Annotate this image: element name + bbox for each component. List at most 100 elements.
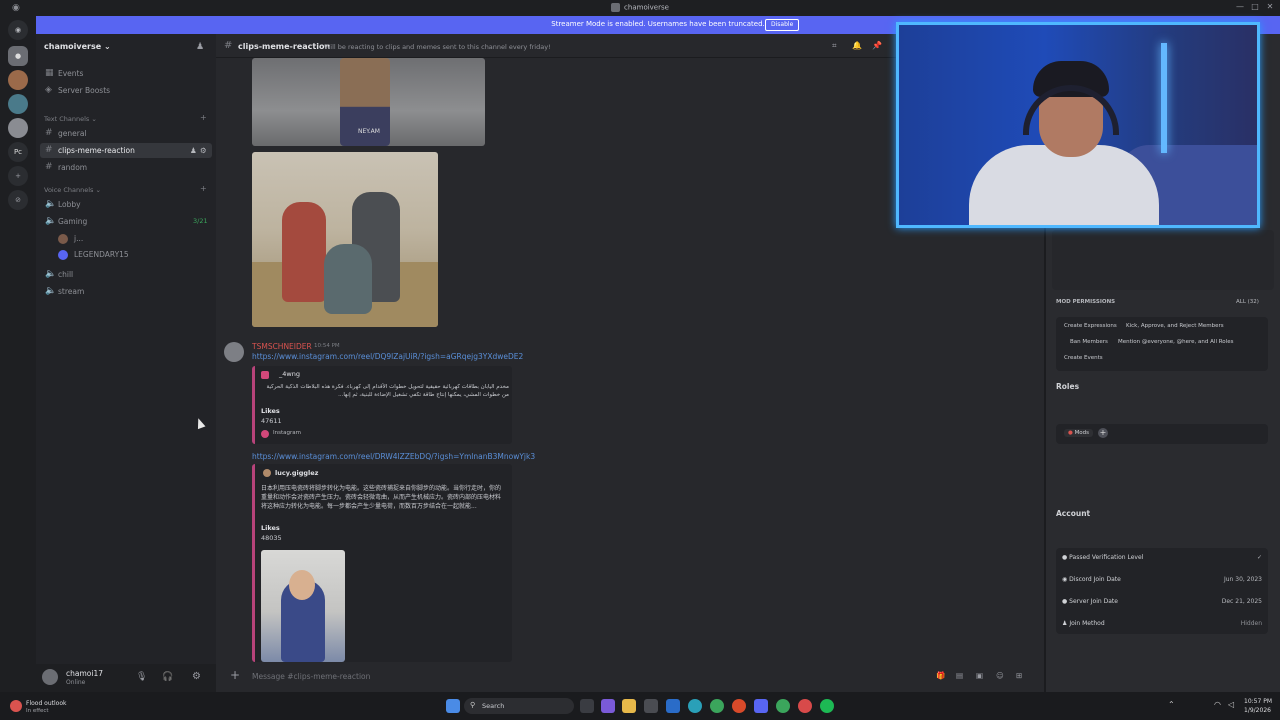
clock-time[interactable]: 10:57 PM [1244, 698, 1272, 705]
home-button[interactable]: ◉ [8, 20, 28, 40]
embed-text: 日本利用压电瓷砖将脚步转化为电能。这些瓷砖捕捉来自你脚步的动能。当你行走时，你的… [261, 485, 502, 510]
embed-thumbnail[interactable] [261, 550, 345, 662]
server-name[interactable]: chamoiverse ⌄ [44, 42, 111, 51]
channel-clips-meme-reaction[interactable]: # clips-meme-reaction ♟ ⚙ [40, 143, 212, 158]
message-author[interactable]: TSMSCHNEIDER [252, 342, 312, 351]
bell-icon[interactable]: 🔔 [852, 41, 862, 50]
roles-card: ● Mods + [1056, 424, 1268, 444]
invite-icon[interactable]: ♟ [190, 143, 197, 158]
sidebar-item-label: Server Boosts [58, 86, 111, 95]
role-label: Mods [1074, 430, 1090, 436]
gear-icon[interactable]: ⚙ [200, 143, 207, 158]
avatar[interactable] [224, 342, 244, 362]
gear-icon[interactable]: ⚙ [192, 671, 201, 682]
discord-app-icon[interactable] [754, 699, 768, 713]
voice-user[interactable]: LEGENDARY15 [56, 247, 212, 262]
permission-chip: Kick, Approve, and Reject Members [1126, 323, 1224, 329]
copilot-icon[interactable] [601, 699, 615, 713]
likes-value: 48035 [261, 534, 282, 542]
apps-icon[interactable]: ⊞ [1016, 671, 1022, 680]
gif-icon[interactable]: ▤ [956, 671, 963, 680]
avatar[interactable] [42, 669, 58, 685]
voice-channel-stream[interactable]: 🔈 stream [40, 284, 212, 299]
channel-random[interactable]: # random [40, 160, 212, 175]
add-role-icon[interactable]: + [1098, 428, 1108, 438]
threads-icon[interactable]: ⌗ [832, 41, 837, 51]
server-icon [611, 3, 621, 12]
weather-title[interactable]: Flood outlook [26, 700, 67, 707]
server-icon-chamoiverse[interactable]: ● [8, 46, 28, 66]
channel-label: Lobby [58, 200, 81, 209]
account-row: ◉ Discord Join Date Jun 30, 2023 [1062, 576, 1262, 588]
user-status: Online [66, 679, 86, 686]
add-channel-icon[interactable]: + [200, 113, 207, 122]
channel-general[interactable]: # general [40, 126, 212, 141]
invite-icon[interactable]: ♟ [196, 42, 204, 52]
voice-channel-chill[interactable]: 🔈 chill [40, 267, 212, 282]
voice-user[interactable]: j... [56, 231, 212, 246]
pin-icon[interactable]: 📌 [872, 41, 882, 50]
message-link[interactable]: https://www.instagram.com/reel/DRW4lZZEb… [252, 452, 535, 461]
embed-card: _4wng مخدم اليابان بطاقات كهربائية حقيقي… [252, 366, 512, 444]
spotify-icon[interactable] [820, 699, 834, 713]
gift-icon[interactable]: 🎁 [936, 671, 945, 680]
voice-channel-gaming[interactable]: 🔈 Gaming 3/21 [40, 214, 212, 229]
sidebar-item-server-boosts[interactable]: ◈ Server Boosts [40, 83, 212, 98]
message-link[interactable]: https://www.instagram.com/reel/DQ9lZajUi… [252, 352, 523, 361]
chrome-icon[interactable] [776, 699, 790, 713]
channel-label: Gaming [58, 217, 88, 226]
edge-icon[interactable] [688, 699, 702, 713]
permission-chip: Create Events [1064, 355, 1103, 361]
outlook-icon[interactable] [666, 699, 680, 713]
server-icon-4[interactable] [8, 118, 28, 138]
text-channels-category[interactable]: Text Channels ⌄ [44, 115, 97, 123]
sidebar-item-events[interactable]: ▦ Events [40, 66, 212, 81]
plus-icon[interactable]: + [230, 668, 240, 682]
discover-icon[interactable]: ⊘ [8, 190, 28, 210]
wifi-icon[interactable]: ◠ [1214, 700, 1221, 709]
speaker-icon: 🔈 [45, 286, 57, 296]
embed-author[interactable]: _4wng [279, 370, 300, 378]
task-view-icon[interactable] [580, 699, 594, 713]
search-box[interactable]: ⚲ Search [464, 698, 574, 714]
voice-channels-category[interactable]: Voice Channels ⌄ [44, 186, 101, 194]
message-input[interactable]: Message #clips-meme-reaction [252, 672, 370, 681]
server-icon-3[interactable] [8, 94, 28, 114]
embed-author[interactable]: lucy.gigglez [275, 469, 318, 477]
emoji-icon[interactable]: ☺ [996, 671, 1004, 680]
add-channel-icon[interactable]: + [200, 184, 207, 193]
clock-date[interactable]: 1/9/2026 [1244, 707, 1271, 714]
likes-value: 47611 [261, 417, 282, 425]
system-tray-icon[interactable]: ⌃ [1168, 700, 1175, 709]
message-composer[interactable]: + Message #clips-meme-reaction 🎁 ▤ ▣ ☺ ⊞ [224, 666, 1036, 686]
all-permissions-link[interactable]: ALL (32) [1236, 299, 1259, 305]
maximize-icon[interactable]: □ [1249, 2, 1261, 14]
start-icon[interactable] [446, 699, 460, 713]
role-chip[interactable]: ● Mods [1064, 429, 1094, 437]
hash-icon: # [45, 128, 53, 138]
video-thumbnail[interactable]: NEY.AM [252, 58, 485, 146]
channel-topic: Will be reacting to clips and memes sent… [324, 43, 551, 51]
chrome-icon[interactable] [798, 699, 812, 713]
app-icon[interactable] [732, 699, 746, 713]
taskbar: Flood outlook In effect ⚲ Search ⌃ ◠ ◁ 1… [0, 692, 1280, 720]
image-attachment[interactable] [252, 152, 438, 327]
message-timestamp: 10:54 PM [314, 343, 340, 349]
chrome-icon[interactable] [710, 699, 724, 713]
server-icon-2[interactable] [8, 70, 28, 90]
disable-button[interactable]: Disable [765, 19, 800, 31]
volume-icon[interactable]: ◁ [1228, 700, 1234, 709]
voice-channel-lobby[interactable]: 🔈 Lobby [40, 197, 212, 212]
folder-icon[interactable] [622, 699, 636, 713]
sticker-icon[interactable]: ▣ [976, 671, 983, 680]
microphone-icon[interactable]: 🎙 [136, 672, 147, 682]
speaker-icon: 🔈 [45, 269, 57, 279]
close-icon[interactable]: ✕ [1264, 2, 1276, 14]
headphones-icon[interactable]: 🎧 [162, 672, 173, 682]
shield-icon: ● [1062, 554, 1068, 561]
store-icon[interactable] [644, 699, 658, 713]
server-icon-pc[interactable]: Pc [8, 142, 28, 162]
window-title-text: chamoiverse [624, 3, 669, 12]
minimize-icon[interactable]: — [1234, 2, 1246, 14]
add-server-icon[interactable]: + [8, 166, 28, 186]
